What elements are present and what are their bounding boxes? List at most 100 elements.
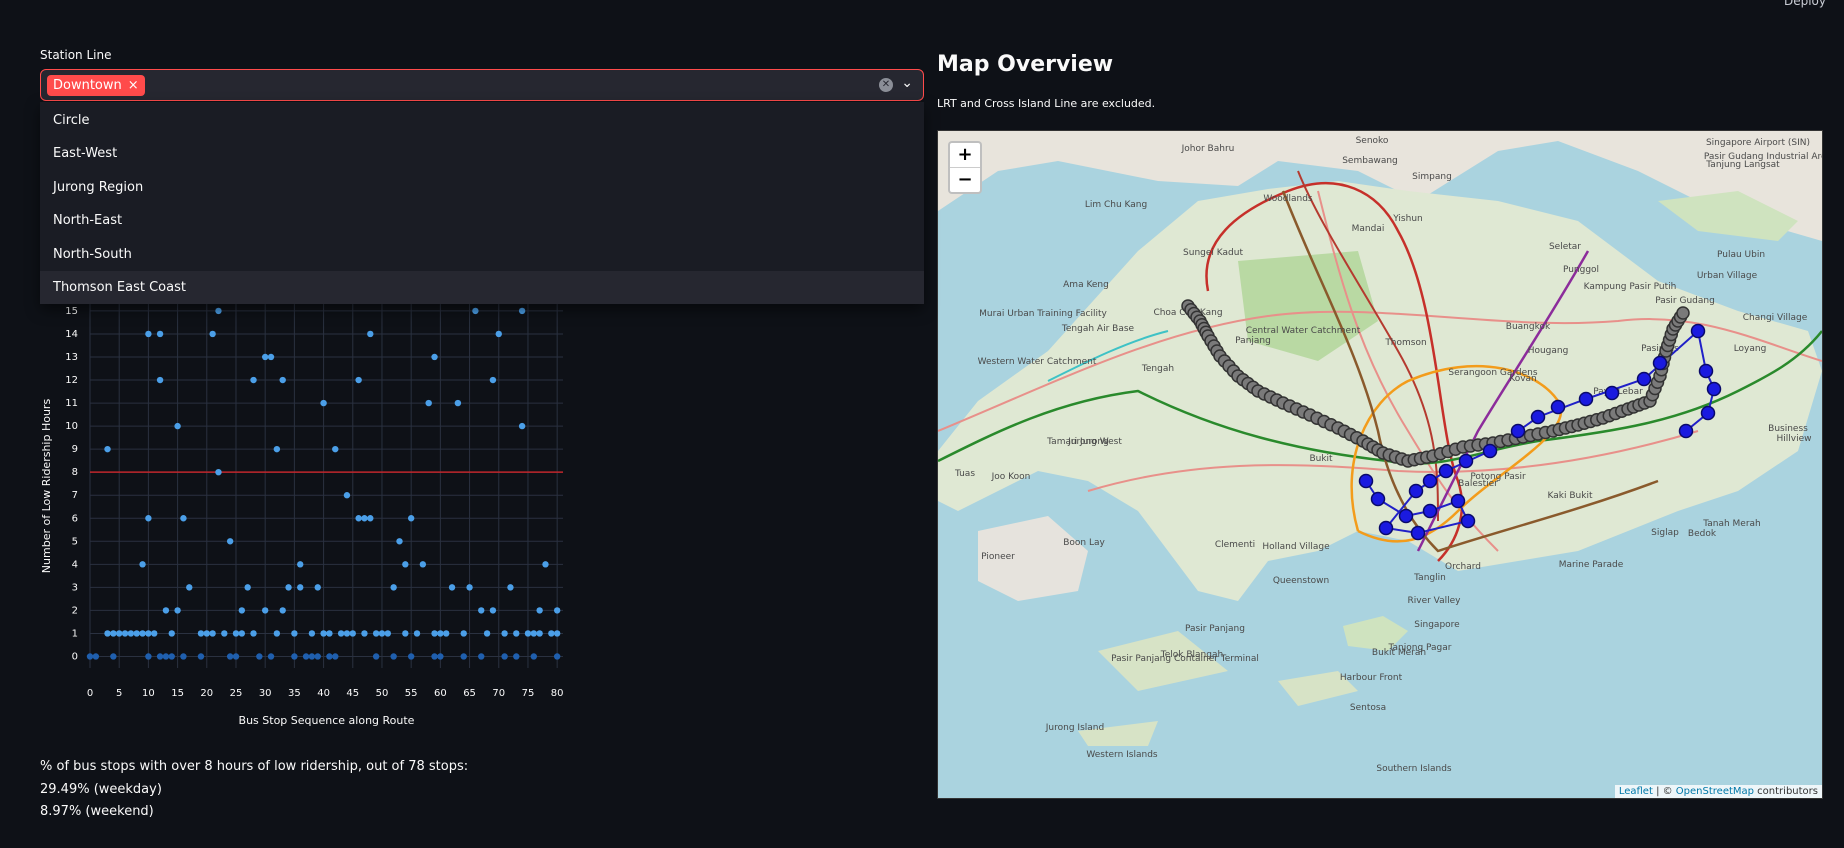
osm-link[interactable]: OpenStreetMap bbox=[1676, 786, 1754, 797]
mrt-station-marker[interactable] bbox=[1482, 443, 1498, 459]
y-axis-label: Number of Low Ridership Hours bbox=[40, 399, 53, 574]
station-line-dropdown: Circle East-West Jurong Region North-Eas… bbox=[40, 102, 924, 305]
map-place-label: Tengah bbox=[1141, 364, 1174, 374]
map-place-label: Tanah Merah bbox=[1702, 519, 1761, 529]
data-point bbox=[431, 353, 438, 361]
data-point bbox=[238, 607, 246, 614]
mrt-station-marker[interactable] bbox=[1422, 473, 1438, 489]
map-place-label: Orchard bbox=[1445, 562, 1481, 572]
mrt-station-marker[interactable] bbox=[1550, 399, 1566, 415]
data-point bbox=[478, 653, 485, 660]
y-tick-label: 7 bbox=[72, 490, 78, 501]
data-point bbox=[232, 630, 240, 637]
option-north-south[interactable]: North-South bbox=[40, 238, 924, 271]
deploy-button[interactable]: Deploy bbox=[1784, 0, 1826, 8]
option-circle[interactable]: Circle bbox=[40, 104, 924, 137]
data-point bbox=[326, 630, 333, 637]
option-jurong-region[interactable]: Jurong Region bbox=[40, 171, 924, 204]
mrt-station-marker[interactable] bbox=[1604, 385, 1620, 401]
y-tick-label: 0 bbox=[72, 651, 78, 662]
stats-weekday: 29.49% (weekday) bbox=[40, 781, 162, 797]
data-point bbox=[250, 376, 257, 384]
mrt-station-marker[interactable] bbox=[1652, 355, 1668, 371]
mrt-station-marker[interactable] bbox=[1410, 525, 1426, 541]
data-point bbox=[186, 584, 193, 591]
mrt-station-marker[interactable] bbox=[1450, 493, 1466, 509]
mrt-station-marker[interactable] bbox=[1700, 405, 1716, 421]
mrt-station-marker[interactable] bbox=[1460, 513, 1476, 529]
data-point bbox=[332, 445, 339, 453]
map-place-label: Telok Blangah bbox=[1160, 650, 1223, 660]
map-view[interactable]: + − Johor Bahru Senoko Sembawang Simpang Woo… bbox=[937, 130, 1823, 799]
mrt-station-marker[interactable] bbox=[1398, 508, 1414, 524]
filter-panel: Station Line Downtown × ✕ ⌄ Circle East-… bbox=[40, 48, 924, 305]
mrt-station-marker[interactable] bbox=[1530, 409, 1546, 425]
map-place-label: Pasir Gudang bbox=[1655, 296, 1715, 306]
data-point bbox=[92, 653, 100, 660]
map-header: Map Overview LRT and Cross Island Line a… bbox=[937, 52, 1821, 110]
y-tick-label: 5 bbox=[72, 536, 78, 547]
data-point bbox=[489, 376, 497, 384]
attrib-tail: contributors bbox=[1754, 786, 1818, 797]
data-point bbox=[197, 653, 205, 660]
map-place-label: River Valley bbox=[1407, 596, 1461, 606]
data-point bbox=[226, 653, 234, 660]
station-line-label: Station Line bbox=[40, 48, 112, 62]
data-point bbox=[396, 538, 403, 545]
x-tick-label: 40 bbox=[317, 688, 330, 699]
mrt-station-marker[interactable] bbox=[1458, 453, 1474, 469]
mrt-station-marker[interactable] bbox=[1438, 463, 1454, 479]
data-point bbox=[443, 630, 450, 637]
data-point bbox=[285, 584, 292, 591]
data-point bbox=[326, 653, 333, 660]
map-place-label: Senoko bbox=[1356, 136, 1389, 146]
chevron-down-icon[interactable]: ⌄ bbox=[901, 75, 913, 91]
data-point bbox=[267, 353, 275, 361]
x-axis-label: Bus Stop Sequence along Route bbox=[239, 714, 415, 726]
data-point bbox=[530, 630, 538, 637]
bus-stop-marker[interactable] bbox=[1676, 306, 1690, 320]
clear-all-icon[interactable]: ✕ bbox=[879, 78, 893, 92]
option-thomson-east-coast[interactable]: Thomson East Coast bbox=[40, 270, 924, 305]
x-tick-label: 75 bbox=[522, 688, 535, 699]
mrt-station-marker[interactable] bbox=[1578, 391, 1594, 407]
x-tick-label: 0 bbox=[87, 688, 93, 699]
data-point bbox=[261, 353, 269, 361]
data-point bbox=[221, 630, 228, 637]
data-point bbox=[104, 630, 111, 637]
mrt-station-marker[interactable] bbox=[1510, 423, 1526, 439]
zoom-out-button[interactable]: − bbox=[950, 168, 980, 192]
option-east-west[interactable]: East-West bbox=[40, 137, 924, 170]
data-point bbox=[501, 630, 508, 637]
zoom-in-button[interactable]: + bbox=[950, 143, 980, 168]
station-line-multiselect[interactable]: Downtown × ✕ ⌄ bbox=[40, 69, 924, 101]
mrt-station-marker[interactable] bbox=[1370, 491, 1386, 507]
leaflet-link[interactable]: Leaflet bbox=[1619, 786, 1653, 797]
x-tick-label: 20 bbox=[200, 688, 213, 699]
map-tiles[interactable]: Johor Bahru Senoko Sembawang Simpang Woodlan… bbox=[938, 131, 1822, 798]
map-place-label: Western Islands bbox=[1086, 750, 1158, 760]
mrt-station-marker[interactable] bbox=[1358, 473, 1374, 489]
mrt-station-marker[interactable] bbox=[1698, 363, 1714, 379]
data-point bbox=[332, 653, 339, 660]
data-point bbox=[127, 630, 135, 637]
mrt-station-marker[interactable] bbox=[1706, 381, 1722, 397]
remove-tag-icon[interactable]: × bbox=[128, 78, 139, 93]
data-point bbox=[372, 630, 380, 637]
mrt-station-marker[interactable] bbox=[1690, 323, 1706, 339]
y-tick-label: 6 bbox=[72, 513, 78, 524]
data-point bbox=[536, 630, 543, 637]
data-point bbox=[256, 653, 263, 660]
mrt-station-marker[interactable] bbox=[1678, 423, 1694, 439]
data-point bbox=[460, 653, 467, 660]
mrt-station-marker[interactable] bbox=[1636, 371, 1652, 387]
mrt-station-marker[interactable] bbox=[1422, 503, 1438, 519]
data-point bbox=[209, 630, 216, 637]
mrt-station-marker[interactable] bbox=[1408, 483, 1424, 499]
data-point bbox=[536, 607, 543, 614]
data-point bbox=[261, 607, 269, 614]
option-north-east[interactable]: North-East bbox=[40, 204, 924, 237]
map-place-label: Pulau Ubin bbox=[1717, 250, 1765, 260]
y-tick-label: 10 bbox=[65, 421, 78, 432]
mrt-station-marker[interactable] bbox=[1378, 520, 1394, 536]
